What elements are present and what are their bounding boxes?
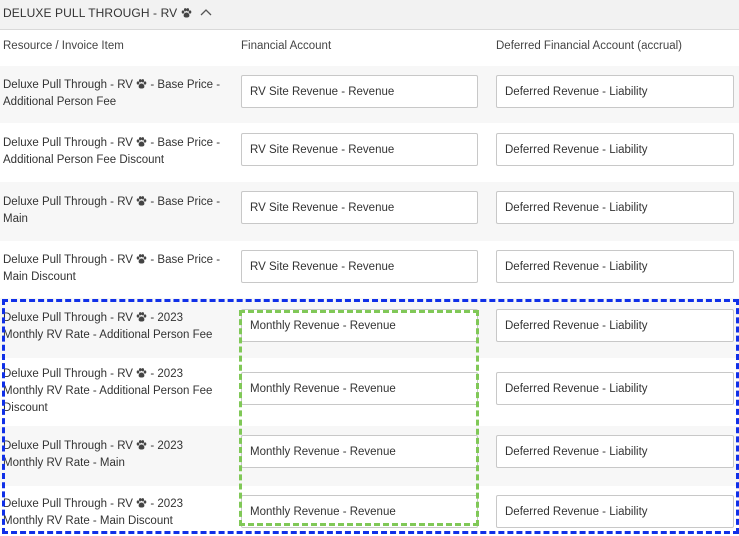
deferred-account-field[interactable]: Deferred Revenue - Liability — [496, 309, 734, 342]
deferred-account-field[interactable]: Deferred Revenue - Liability — [496, 372, 734, 405]
deferred-account-field[interactable]: Deferred Revenue - Liability — [496, 495, 734, 528]
row-label-line2: Monthly RV Rate - Main Discount — [3, 515, 173, 527]
row-label: Deluxe Pull Through - RV - Base Price - A… — [3, 135, 228, 169]
row-label-line2: Monthly RV Rate - Additional Person Fee — [3, 385, 213, 397]
row-label-line1: Deluxe Pull Through - RV - Base Price - — [3, 77, 228, 94]
row-label: Deluxe Pull Through - RV - 2023 Monthly R… — [3, 366, 228, 417]
column-header-financial-account: Financial Account — [241, 40, 332, 52]
group-title: DELUXE PULL THROUGH - RV — [3, 5, 212, 20]
row-label-suffix: - Base Price - — [147, 196, 221, 208]
financial-account-field[interactable]: RV Site Revenue - Revenue — [241, 75, 478, 108]
row-label-line1: Deluxe Pull Through - RV - Base Price - — [3, 252, 228, 269]
paw-icon — [136, 312, 147, 322]
row-label-prefix: Deluxe Pull Through - RV — [3, 79, 133, 91]
row-label-prefix: Deluxe Pull Through - RV — [3, 498, 133, 510]
row-label-line2: Monthly RV Rate - Main — [3, 457, 125, 469]
financial-account-field[interactable]: RV Site Revenue - Revenue — [241, 133, 478, 166]
row-label-line1: Deluxe Pull Through - RV - 2023 — [3, 310, 228, 327]
financial-account-field[interactable]: Monthly Revenue - Revenue — [241, 309, 478, 342]
row-label-line1: Deluxe Pull Through - RV - Base Price - — [3, 194, 228, 211]
paw-icon — [136, 137, 147, 147]
deferred-account-field[interactable]: Deferred Revenue - Liability — [496, 133, 734, 166]
row-label-line2: Additional Person Fee — [3, 96, 117, 108]
financial-account-field[interactable]: Monthly Revenue - Revenue — [241, 372, 478, 405]
row-label-line1: Deluxe Pull Through - RV - Base Price - — [3, 135, 228, 152]
row-label-suffix: - 2023 — [147, 312, 183, 324]
paw-icon — [181, 8, 192, 18]
paw-icon — [136, 368, 147, 378]
row-label: Deluxe Pull Through - RV - 2023 Monthly R… — [3, 496, 228, 530]
table-row: Deluxe Pull Through - RV - Base Price - M… — [0, 241, 739, 298]
paw-icon — [136, 498, 147, 508]
group-title-text: DELUXE PULL THROUGH - RV — [3, 6, 178, 20]
row-label: Deluxe Pull Through - RV - Base Price - A… — [3, 77, 228, 111]
financial-account-field[interactable]: Monthly Revenue - Revenue — [241, 495, 478, 528]
financial-account-field[interactable]: RV Site Revenue - Revenue — [241, 191, 478, 224]
row-label-suffix: - Base Price - — [147, 254, 221, 266]
deferred-account-field[interactable]: Deferred Revenue - Liability — [496, 191, 734, 224]
deferred-account-field[interactable]: Deferred Revenue - Liability — [496, 435, 734, 468]
chevron-up-icon[interactable] — [200, 5, 212, 16]
row-label: Deluxe Pull Through - RV - 2023 Monthly R… — [3, 438, 228, 472]
row-label-line2: Monthly RV Rate - Additional Person Fee — [3, 329, 213, 341]
row-label-prefix: Deluxe Pull Through - RV — [3, 368, 133, 380]
deferred-account-field[interactable]: Deferred Revenue - Liability — [496, 250, 734, 283]
row-label-line1: Deluxe Pull Through - RV - 2023 — [3, 438, 228, 455]
row-label: Deluxe Pull Through - RV - Base Price - M… — [3, 252, 228, 286]
row-label-line1: Deluxe Pull Through - RV - 2023 — [3, 366, 228, 383]
table-row: Deluxe Pull Through - RV - Base Price - M… — [0, 182, 739, 241]
group-header[interactable]: DELUXE PULL THROUGH - RV — [0, 0, 739, 30]
row-label-prefix: Deluxe Pull Through - RV — [3, 196, 133, 208]
row-label-prefix: Deluxe Pull Through - RV — [3, 137, 133, 149]
row-label-suffix: - Base Price - — [147, 79, 221, 91]
table-row: Deluxe Pull Through - RV - Base Price - A… — [0, 66, 739, 123]
row-label-line2: Additional Person Fee Discount — [3, 154, 165, 166]
row-label-prefix: Deluxe Pull Through - RV — [3, 254, 133, 266]
paw-icon — [136, 196, 147, 206]
row-label: Deluxe Pull Through - RV - 2023 Monthly R… — [3, 310, 228, 344]
financial-account-field[interactable]: RV Site Revenue - Revenue — [241, 250, 478, 283]
paw-icon — [136, 254, 147, 264]
deferred-account-field[interactable]: Deferred Revenue - Liability — [496, 75, 734, 108]
table-row: Deluxe Pull Through - RV - 2023 Monthly R… — [0, 358, 739, 426]
column-header-deferred-account: Deferred Financial Account (accrual) — [496, 40, 682, 52]
row-label: Deluxe Pull Through - RV - Base Price - M… — [3, 194, 228, 228]
paw-icon — [136, 440, 147, 450]
table-row: Deluxe Pull Through - RV - 2023 Monthly R… — [0, 486, 739, 536]
row-label-line3: Discount — [3, 402, 48, 414]
paw-icon — [136, 79, 147, 89]
row-label-prefix: Deluxe Pull Through - RV — [3, 440, 133, 452]
column-header-resource: Resource / Invoice Item — [3, 40, 124, 52]
row-label-suffix: - 2023 — [147, 440, 183, 452]
row-label-suffix: - Base Price - — [147, 137, 221, 149]
table-row: Deluxe Pull Through - RV - 2023 Monthly R… — [0, 426, 739, 486]
financial-account-field[interactable]: Monthly Revenue - Revenue — [241, 435, 478, 468]
row-label-line2: Main — [3, 213, 28, 225]
row-label-suffix: - 2023 — [147, 498, 183, 510]
row-label-suffix: - 2023 — [147, 368, 183, 380]
table-row: Deluxe Pull Through - RV - Base Price - A… — [0, 123, 739, 182]
row-label-line1: Deluxe Pull Through - RV - 2023 — [3, 496, 228, 513]
row-label-prefix: Deluxe Pull Through - RV — [3, 312, 133, 324]
row-label-line2: Main Discount — [3, 271, 76, 283]
table-row: Deluxe Pull Through - RV - 2023 Monthly R… — [0, 298, 739, 358]
